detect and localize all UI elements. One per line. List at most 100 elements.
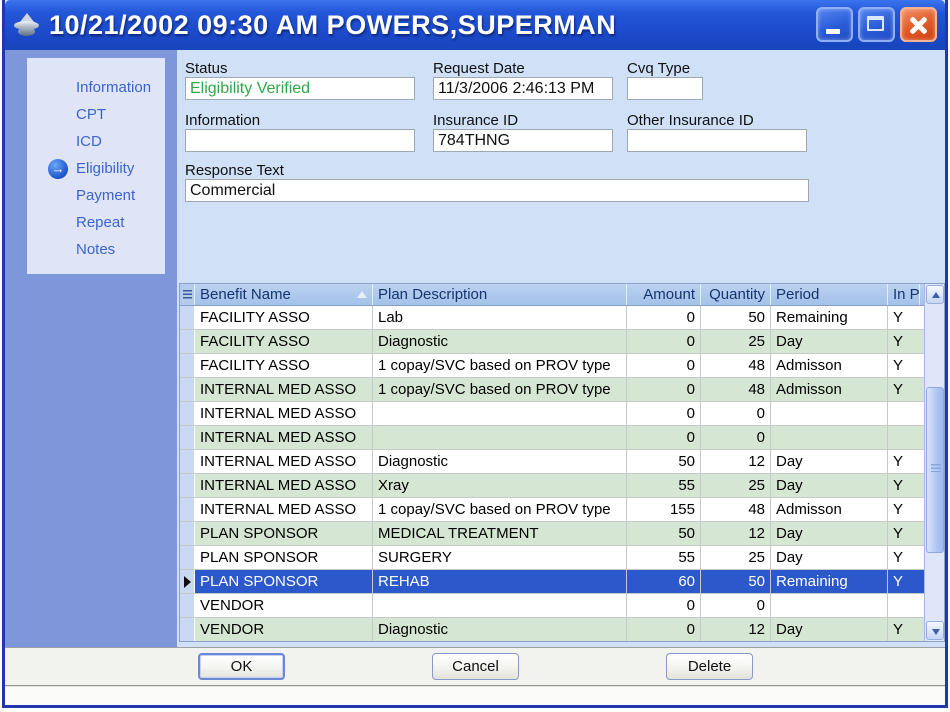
cell-quantity: 0	[701, 402, 771, 425]
table-row[interactable]: INTERNAL MED ASSO 0 0	[180, 426, 924, 450]
maximize-button[interactable]	[858, 7, 895, 42]
cell-amount: 0	[627, 306, 701, 329]
sidebar-item-information[interactable]: Information	[27, 74, 165, 101]
col-header-in-plan[interactable]: In Pl...	[888, 284, 920, 305]
scroll-up-button[interactable]	[926, 285, 944, 304]
scrollbar-thumb[interactable]	[926, 387, 944, 553]
sidebar-item-notes[interactable]: Notes	[27, 236, 165, 263]
cell-benefit-name: PLAN SPONSOR	[195, 546, 373, 569]
col-header-plan-description[interactable]: Plan Description	[373, 284, 627, 305]
table-row[interactable]: PLAN SPONSOR MEDICAL TREATMENT 50 12 Day…	[180, 522, 924, 546]
chevron-down-icon	[932, 629, 940, 635]
sidebar-item-cpt[interactable]: CPT	[27, 101, 165, 128]
cell-plan-description: 1 copay/SVC based on PROV type	[373, 354, 627, 377]
information-field[interactable]	[185, 129, 415, 152]
cell-period: Admisson	[771, 378, 888, 401]
cell-amount: 0	[627, 402, 701, 425]
table-row[interactable]: INTERNAL MED ASSO Xray 55 25 Day Y	[180, 474, 924, 498]
cell-benefit-name: FACILITY ASSO	[195, 330, 373, 353]
main-panel: Status Request Date Cvq Type Information…	[177, 50, 945, 647]
cell-quantity: 25	[701, 330, 771, 353]
other-insurance-id-field[interactable]	[627, 129, 807, 152]
sidebar-item-payment[interactable]: Payment	[27, 182, 165, 209]
cell-benefit-name: INTERNAL MED ASSO	[195, 378, 373, 401]
table-row[interactable]: FACILITY ASSO Diagnostic 0 25 Day Y	[180, 330, 924, 354]
table-row[interactable]: INTERNAL MED ASSO 1 copay/SVC based on P…	[180, 498, 924, 522]
status-field[interactable]	[185, 77, 415, 100]
cell-amount: 55	[627, 546, 701, 569]
sidebar-item-eligibility[interactable]: → Eligibility	[27, 155, 165, 182]
minimize-icon	[826, 29, 840, 34]
cell-amount: 50	[627, 450, 701, 473]
ok-button[interactable]: OK	[198, 653, 285, 680]
cell-period	[771, 426, 888, 449]
cell-in-plan: Y	[888, 474, 920, 497]
vertical-scrollbar[interactable]	[924, 284, 945, 641]
table-row[interactable]: FACILITY ASSO Lab 0 50 Remaining Y	[180, 306, 924, 330]
col-header-quantity[interactable]: Quantity	[701, 284, 771, 305]
cvq-type-label: Cvq Type	[627, 60, 690, 77]
cell-amount: 155	[627, 498, 701, 521]
response-text-label: Response Text	[185, 162, 284, 179]
table-row[interactable]: VENDOR Diagnostic 0 12 Day Y	[180, 618, 924, 641]
sidebar-item-repeat[interactable]: Repeat	[27, 209, 165, 236]
minimize-button[interactable]	[816, 7, 853, 42]
cell-amount: 50	[627, 522, 701, 545]
scroll-down-button[interactable]	[926, 621, 944, 640]
cell-plan-description: Diagnostic	[373, 618, 627, 641]
insurance-id-field[interactable]	[433, 129, 613, 152]
cell-amount: 0	[627, 330, 701, 353]
cell-benefit-name: PLAN SPONSOR	[195, 522, 373, 545]
cell-plan-description: REHAB	[373, 570, 627, 593]
response-text-field[interactable]	[185, 179, 809, 202]
table-row[interactable]: VENDOR 0 0	[180, 594, 924, 618]
cell-in-plan: Y	[888, 522, 920, 545]
selected-row-marker-icon	[184, 576, 191, 588]
cell-plan-description: MEDICAL TREATMENT	[373, 522, 627, 545]
request-date-field[interactable]	[433, 77, 613, 100]
col-header-amount[interactable]: Amount	[627, 284, 701, 305]
cell-quantity: 48	[701, 498, 771, 521]
title-bar[interactable]: 10/21/2002 09:30 AM POWERS,SUPERMAN	[5, 0, 945, 50]
cell-benefit-name: INTERNAL MED ASSO	[195, 402, 373, 425]
table-header-row: Benefit Name Plan Description Amount Qua…	[180, 284, 924, 306]
cell-amount: 0	[627, 378, 701, 401]
table-row[interactable]: INTERNAL MED ASSO 1 copay/SVC based on P…	[180, 378, 924, 402]
cell-benefit-name: PLAN SPONSOR	[195, 570, 373, 593]
table-row[interactable]: INTERNAL MED ASSO 0 0	[180, 402, 924, 426]
status-bar	[5, 685, 945, 705]
table-row[interactable]: FACILITY ASSO 1 copay/SVC based on PROV …	[180, 354, 924, 378]
cell-period: Day	[771, 546, 888, 569]
close-button[interactable]	[900, 7, 937, 42]
cell-plan-description: Xray	[373, 474, 627, 497]
cell-plan-description: Diagnostic	[373, 450, 627, 473]
maximize-icon	[867, 16, 884, 31]
cancel-button[interactable]: Cancel	[432, 653, 519, 680]
cell-plan-description: Lab	[373, 306, 627, 329]
cell-period: Day	[771, 618, 888, 641]
cell-amount: 0	[627, 354, 701, 377]
cell-benefit-name: FACILITY ASSO	[195, 306, 373, 329]
cell-in-plan	[888, 402, 920, 425]
cell-in-plan: Y	[888, 570, 920, 593]
table-row-selected[interactable]: PLAN SPONSOR REHAB 60 50 Remaining Y	[180, 570, 924, 594]
cell-in-plan: Y	[888, 498, 920, 521]
cell-period: Admisson	[771, 498, 888, 521]
table-row[interactable]: PLAN SPONSOR SURGERY 55 25 Day Y	[180, 546, 924, 570]
table-row[interactable]: INTERNAL MED ASSO Diagnostic 50 12 Day Y	[180, 450, 924, 474]
delete-button[interactable]: Delete	[666, 653, 753, 680]
sidebar-item-icd[interactable]: ICD	[27, 128, 165, 155]
corner-header-cell[interactable]	[180, 284, 195, 305]
cell-period: Remaining	[771, 570, 888, 593]
col-header-benefit-name[interactable]: Benefit Name	[195, 284, 373, 305]
cell-in-plan: Y	[888, 618, 920, 641]
cell-quantity: 12	[701, 450, 771, 473]
cell-period: Day	[771, 522, 888, 545]
cell-plan-description	[373, 594, 627, 617]
app-icon	[13, 12, 40, 39]
button-bar: OK Cancel Delete	[5, 647, 945, 685]
request-date-label: Request Date	[433, 60, 525, 77]
col-header-period[interactable]: Period	[771, 284, 888, 305]
rows-icon	[183, 290, 192, 300]
cvq-type-field[interactable]	[627, 77, 703, 100]
